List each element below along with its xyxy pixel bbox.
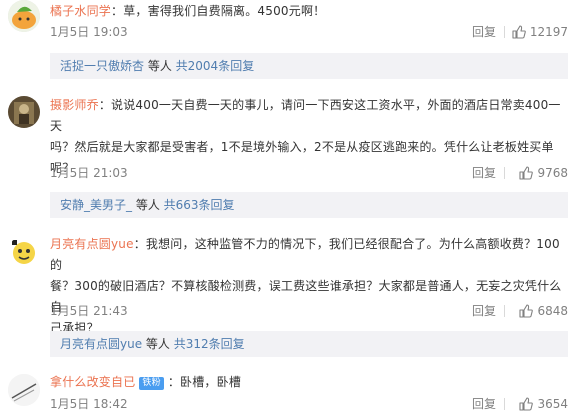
comment-text: 橘子水同学：草，害得我们自费隔离。4500元啊！ [50, 1, 568, 22]
comment-username[interactable]: 拿什么改变自已 [50, 375, 135, 389]
comment-username[interactable]: 橘子水同学 [50, 4, 111, 18]
comment-time: 1月5日 21:43 [50, 304, 128, 318]
reply-count-link[interactable]: 共2004条回复 [176, 59, 255, 73]
comment-username[interactable]: 摄影师乔 [50, 98, 99, 112]
like-count: 12197 [529, 25, 568, 39]
replies-summary[interactable]: 活捉一只傲娇杏 等人 共2004条回复 [50, 53, 568, 79]
reply-middle-text: 等人 [144, 59, 176, 73]
thumbs-up-icon [519, 304, 534, 318]
comment-content: ：卧槽，卧槽 [167, 375, 242, 389]
comment-meta: 1月5日 18:42 回复 3654 [50, 395, 568, 413]
reply-user-link[interactable]: 活捉一只傲娇杏 [60, 59, 144, 73]
avatar[interactable] [8, 374, 40, 406]
thumbs-up-icon [519, 166, 534, 180]
comment-content: ：草，害得我们自费隔离。4500元啊！ [111, 4, 326, 18]
avatar[interactable] [8, 0, 40, 32]
reply-count-link[interactable]: 共663条回复 [164, 198, 235, 212]
like-button[interactable]: 6848 [519, 302, 568, 320]
reply-middle-text: 等人 [132, 198, 164, 212]
fan-badge: 铁粉 [139, 377, 164, 390]
divider [504, 167, 505, 179]
like-button[interactable]: 3654 [519, 395, 568, 413]
comment-meta: 1月5日 19:03 回复 12197 [50, 23, 568, 41]
reply-count-link[interactable]: 共312条回复 [174, 337, 245, 351]
like-count: 9768 [537, 166, 568, 180]
comment-username[interactable]: 月亮有点圆yue [50, 237, 134, 251]
like-button[interactable]: 12197 [512, 23, 568, 41]
avatar[interactable] [8, 96, 40, 128]
comment-meta: 1月5日 21:03 回复 9768 [50, 164, 568, 182]
thumbs-up-icon [519, 397, 534, 411]
like-button[interactable]: 9768 [519, 164, 568, 182]
reply-button[interactable]: 回复 [472, 302, 496, 320]
reply-user-link[interactable]: 月亮有点圆yue [60, 337, 142, 351]
divider [504, 26, 505, 38]
comment-time: 1月5日 21:03 [50, 166, 128, 180]
like-count: 6848 [537, 304, 568, 318]
reply-user-link[interactable]: 安静_美男子_ [60, 198, 132, 212]
reply-middle-text: 等人 [142, 337, 174, 351]
comment-meta: 1月5日 21:43 回复 6848 [50, 302, 568, 320]
replies-summary[interactable]: 安静_美男子_ 等人 共663条回复 [50, 192, 568, 218]
comment-content-line-1: ：说说400一天自费一天的事儿，请问一下西安这工资水平，外面的酒店日常卖400一… [50, 98, 561, 133]
reply-button[interactable]: 回复 [472, 164, 496, 182]
comment-text: 拿什么改变自已 铁粉 ：卧槽，卧槽 [50, 372, 568, 393]
like-count: 3654 [537, 397, 568, 411]
comment-text: 月亮有点圆yue：我想问，这种监管不力的情况下，我们已经很配合了。为什么高额收费… [50, 234, 568, 339]
divider [504, 398, 505, 410]
comment-content-line-2: 吗？然后就是大家都是受害者，1不是境外输入，2不是从疫区逃跑来的。凭什么让老板姓… [50, 140, 554, 154]
comment-time: 1月5日 19:03 [50, 25, 128, 39]
reply-button[interactable]: 回复 [472, 395, 496, 413]
comment-time: 1月5日 18:42 [50, 397, 128, 411]
replies-summary[interactable]: 月亮有点圆yue 等人 共312条回复 [50, 331, 568, 357]
avatar[interactable] [8, 236, 40, 268]
divider [504, 305, 505, 317]
reply-button[interactable]: 回复 [472, 23, 496, 41]
thumbs-up-icon [512, 25, 526, 39]
